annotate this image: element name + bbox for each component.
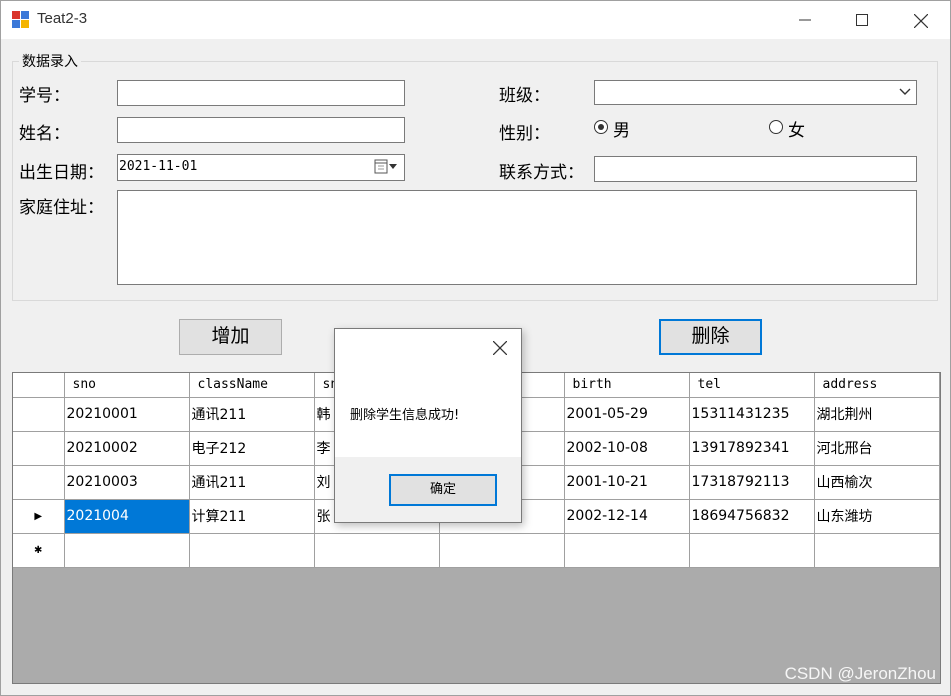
contact-label: 联系方式： [499, 163, 584, 183]
birth-value: 2021-11-01 [119, 159, 198, 174]
maximize-icon [856, 14, 868, 26]
row-header[interactable] [13, 465, 65, 500]
contact-input[interactable] [594, 156, 917, 182]
add-button[interactable]: 增加 [179, 319, 282, 355]
cell-address[interactable]: 山西榆次 [814, 465, 940, 500]
name-input[interactable] [117, 117, 405, 143]
cell-birth[interactable]: 2001-10-21 [564, 465, 690, 500]
cell-address[interactable]: 湖北荆州 [814, 397, 940, 432]
cell-sno[interactable]: 20210003 [64, 465, 190, 500]
cell-address[interactable]: 河北邢台 [814, 431, 940, 466]
class-select[interactable] [594, 80, 917, 105]
cell-empty[interactable] [439, 533, 565, 568]
cell-empty[interactable] [564, 533, 690, 568]
dialog-close-icon[interactable] [493, 341, 507, 355]
table-new-row[interactable]: ✱ [13, 533, 940, 568]
window-title: Teat2-3 [37, 10, 88, 27]
cell-birth[interactable]: 2002-12-14 [564, 499, 690, 534]
cell-sno-selected[interactable]: 2021004 [64, 499, 190, 534]
cell-tel[interactable]: 13917892341 [689, 431, 815, 466]
title-bar[interactable]: Teat2-3 [1, 1, 950, 39]
cell-classname[interactable]: 电子212 [189, 431, 315, 466]
cell-empty[interactable] [314, 533, 440, 568]
radio-unchecked-icon [769, 120, 783, 134]
class-label: 班级： [499, 86, 550, 106]
close-button[interactable] [897, 1, 943, 39]
minimize-icon [799, 19, 811, 21]
column-header-tel[interactable]: tel [689, 373, 815, 398]
cell-classname[interactable]: 通讯211 [189, 465, 315, 500]
birth-label: 出生日期： [19, 163, 104, 183]
column-header-address[interactable]: address [814, 373, 940, 398]
gender-male-radio[interactable]: 男 [594, 117, 644, 141]
ok-button[interactable]: 确定 [389, 474, 497, 506]
current-row-arrow-icon[interactable]: ▶ [13, 499, 65, 534]
cell-tel[interactable]: 15311431235 [689, 397, 815, 432]
row-header[interactable] [13, 397, 65, 432]
gender-female-label: 女 [788, 121, 805, 141]
calendar-dropdown-icon[interactable] [374, 159, 400, 175]
cell-empty[interactable] [64, 533, 190, 568]
name-label: 姓名： [19, 124, 70, 144]
cell-classname[interactable]: 通讯211 [189, 397, 315, 432]
row-header-corner[interactable] [13, 373, 65, 398]
delete-button[interactable]: 删除 [659, 319, 762, 355]
sno-input[interactable] [117, 80, 405, 106]
dialog-message: 删除学生信息成功! [350, 408, 460, 423]
gender-label: 性别： [499, 124, 550, 144]
chevron-down-icon [899, 88, 911, 95]
minimize-button[interactable] [782, 1, 828, 39]
maximize-button[interactable] [839, 1, 885, 39]
message-dialog: 删除学生信息成功! 确定 [334, 328, 522, 523]
cell-birth[interactable]: 2001-05-29 [564, 397, 690, 432]
gender-female-radio[interactable]: 女 [769, 117, 819, 141]
birth-datepicker[interactable]: 2021-11-01 [117, 154, 405, 181]
address-textarea[interactable] [117, 190, 917, 285]
gender-male-label: 男 [613, 121, 630, 141]
cell-classname[interactable]: 计算211 [189, 499, 315, 534]
close-icon [914, 14, 928, 28]
cell-sno[interactable]: 20210001 [64, 397, 190, 432]
cell-tel[interactable]: 17318792113 [689, 465, 815, 500]
row-header[interactable] [13, 431, 65, 466]
sno-label: 学号： [19, 86, 70, 106]
group-title: 数据录入 [19, 51, 81, 71]
app-icon [12, 11, 29, 28]
address-label: 家庭住址： [19, 198, 104, 218]
column-header-birth[interactable]: birth [564, 373, 690, 398]
cell-empty[interactable] [814, 533, 940, 568]
cell-address[interactable]: 山东潍坊 [814, 499, 940, 534]
new-row-asterisk-icon[interactable]: ✱ [13, 533, 65, 568]
column-header-sno[interactable]: sno [64, 373, 190, 398]
cell-empty[interactable] [689, 533, 815, 568]
column-header-classname[interactable]: className [189, 373, 315, 398]
watermark: CSDN @JeronZhou [784, 664, 936, 683]
cell-sno[interactable]: 20210002 [64, 431, 190, 466]
cell-empty[interactable] [189, 533, 315, 568]
cell-birth[interactable]: 2002-10-08 [564, 431, 690, 466]
radio-checked-icon [594, 120, 608, 134]
cell-tel[interactable]: 18694756832 [689, 499, 815, 534]
